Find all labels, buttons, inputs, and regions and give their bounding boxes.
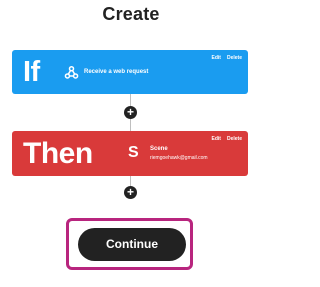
then-card-actions: Edit Delete <box>212 136 242 142</box>
if-trigger-card[interactable]: If Receive a web request Edit Delete <box>12 50 248 94</box>
action-name: Scene <box>150 146 168 152</box>
page-title: Create <box>102 4 160 24</box>
scene-s-icon: S <box>128 144 139 161</box>
if-edit-link[interactable]: Edit <box>212 55 221 61</box>
then-action-card[interactable]: Then S Scene riemgoehawk@gmail.com Edit … <box>12 131 248 176</box>
add-step-button[interactable]: + <box>124 106 137 119</box>
add-action-button[interactable]: + <box>124 186 137 199</box>
then-edit-link[interactable]: Edit <box>212 136 221 142</box>
if-keyword: If <box>23 56 40 88</box>
trigger-name: Receive a web request <box>84 69 149 75</box>
action-account: riemgoehawk@gmail.com <box>150 155 208 161</box>
if-card-actions: Edit Delete <box>212 55 242 61</box>
webhooks-icon <box>64 65 79 80</box>
then-keyword: Then <box>23 137 93 170</box>
then-delete-link[interactable]: Delete <box>227 136 242 142</box>
continue-button[interactable]: Continue <box>78 228 186 261</box>
if-delete-link[interactable]: Delete <box>227 55 242 61</box>
